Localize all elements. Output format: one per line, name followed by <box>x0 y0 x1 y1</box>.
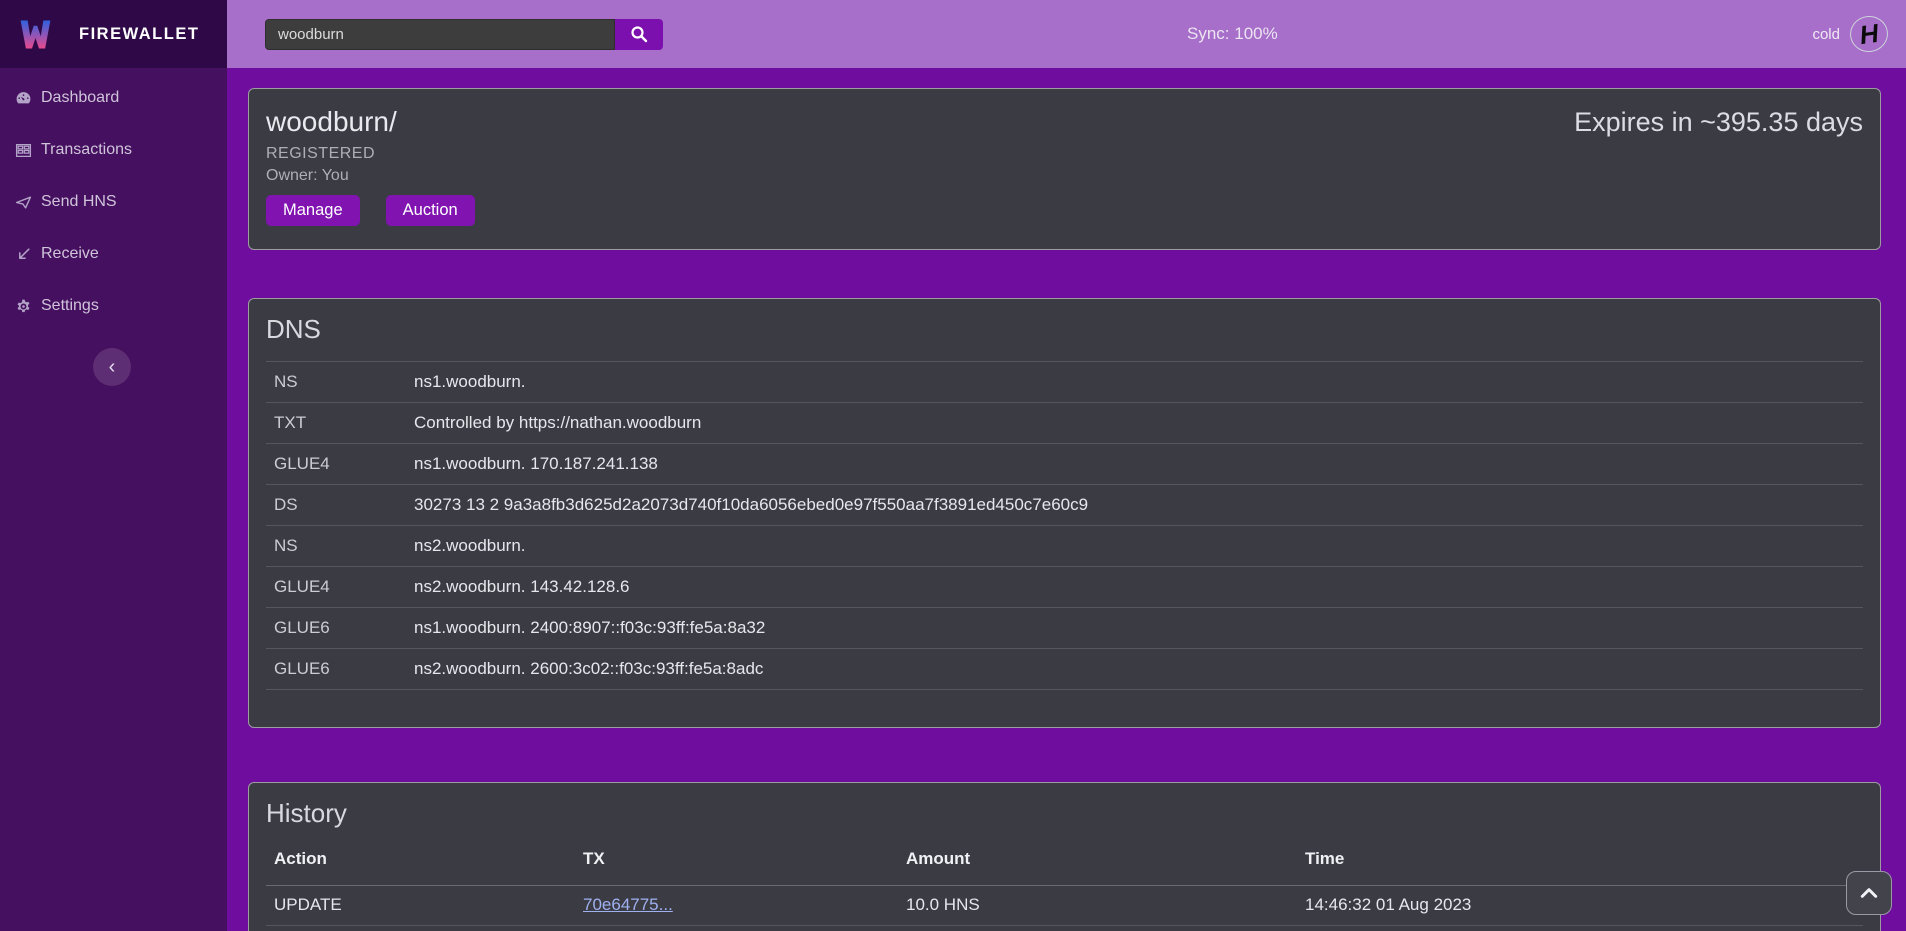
history-time: 15:47:06 07 Jul 2023 <box>1297 925 1863 931</box>
dns-record-type: NS <box>266 526 406 567</box>
history-col-time: Time <box>1297 834 1863 885</box>
dns-record-type: GLUE6 <box>266 608 406 649</box>
sidebar-item-label: Send HNS <box>41 193 117 211</box>
firewallet-logo-icon <box>18 17 53 52</box>
history-row: UPDATE 70e64775... 10.0 HNS 14:46:32 01 … <box>266 885 1863 925</box>
sidebar-item-receive[interactable]: Receive <box>0 240 227 268</box>
dns-record-value: ns2.woodburn. 2600:3c02::f03c:93ff:fe5a:… <box>406 649 1863 690</box>
dns-record-value: ns1.woodburn. <box>406 362 1863 403</box>
tx-hash-link[interactable]: 70e64775... <box>583 895 673 914</box>
wallet-name: cold <box>1812 26 1840 43</box>
history-row: RENEW d77b4c1... 10.0 HNS 15:47:06 07 Ju… <box>266 925 1863 931</box>
dns-record-value: 30273 13 2 9a3a8fb3d625d2a2073d740f10da6… <box>406 485 1863 526</box>
dns-record-type: NS <box>266 362 406 403</box>
sidebar-nav: Dashboard Transactions Send HNS Receive … <box>0 68 227 320</box>
dns-record-row: GLUE4 ns2.woodburn. 143.42.128.6 <box>266 567 1863 608</box>
dns-record-value: ns1.woodburn. 2400:8907::f03c:93ff:fe5a:… <box>406 608 1863 649</box>
gauge-icon <box>15 90 32 107</box>
dns-record-row: GLUE4 ns1.woodburn. 170.187.241.138 <box>266 444 1863 485</box>
history-card: History Action TX Amount Time UPDATE 70e… <box>248 782 1881 931</box>
dns-record-type: TXT <box>266 403 406 444</box>
dns-records-table: NS ns1.woodburn. TXT Controlled by https… <box>266 361 1863 690</box>
history-action: RENEW <box>266 925 575 931</box>
sidebar-collapse-button[interactable]: ‹ <box>93 348 131 386</box>
sidebar-item-label: Transactions <box>41 141 132 159</box>
dns-section-title: DNS <box>266 315 1863 343</box>
dns-card: DNS NS ns1.woodburn. TXT Controlled by h… <box>248 298 1881 728</box>
table-icon <box>15 142 32 159</box>
domain-name: woodburn/ <box>266 105 475 139</box>
scroll-to-top-button[interactable] <box>1846 871 1892 915</box>
sidebar-item-settings[interactable]: Settings <box>0 292 227 320</box>
arrow-down-left-icon <box>15 246 32 263</box>
domain-status: REGISTERED <box>266 145 475 163</box>
dns-record-row: NS ns2.woodburn. <box>266 526 1863 567</box>
search-button[interactable] <box>615 19 663 50</box>
search-icon <box>630 25 648 43</box>
sidebar-item-label: Dashboard <box>41 89 119 107</box>
manage-button[interactable]: Manage <box>266 195 360 226</box>
history-action: UPDATE <box>266 885 575 925</box>
history-amount: 10.0 HNS <box>898 885 1297 925</box>
search-input[interactable] <box>265 19 615 50</box>
top-bar: Sync: 100% cold H <box>227 0 1906 68</box>
domain-card: woodburn/ REGISTERED Owner: You Manage A… <box>248 88 1881 250</box>
history-section-title: History <box>266 799 1863 827</box>
handshake-logo-icon[interactable]: H <box>1848 14 1891 55</box>
dns-record-value: ns2.woodburn. <box>406 526 1863 567</box>
gear-icon <box>15 298 32 315</box>
dns-record-value: Controlled by https://nathan.woodburn <box>406 403 1863 444</box>
dns-record-row: TXT Controlled by https://nathan.woodbur… <box>266 403 1863 444</box>
history-header-row: Action TX Amount Time <box>266 834 1863 885</box>
dns-record-type: GLUE6 <box>266 649 406 690</box>
app-title: FIREWALLET <box>79 25 199 44</box>
history-amount: 10.0 HNS <box>898 925 1297 931</box>
dns-record-value: ns2.woodburn. 143.42.128.6 <box>406 567 1863 608</box>
send-icon <box>15 194 32 211</box>
sidebar-item-transactions[interactable]: Transactions <box>0 136 227 164</box>
domain-actions: Manage Auction <box>266 195 475 226</box>
dns-record-row: GLUE6 ns2.woodburn. 2600:3c02::f03c:93ff… <box>266 649 1863 690</box>
expiry-info: Expires in ~395.35 days <box>1574 105 1863 233</box>
history-table: Action TX Amount Time UPDATE 70e64775...… <box>266 834 1863 931</box>
chevron-up-icon <box>1860 887 1878 899</box>
dns-record-row: DS 30273 13 2 9a3a8fb3d625d2a2073d740f10… <box>266 485 1863 526</box>
app-logo[interactable]: FIREWALLET <box>0 0 227 68</box>
history-col-amount: Amount <box>898 834 1297 885</box>
dns-record-value: ns1.woodburn. 170.187.241.138 <box>406 444 1863 485</box>
sidebar-item-label: Receive <box>41 245 99 263</box>
dns-record-type: DS <box>266 485 406 526</box>
sync-status: Sync: 100% <box>1187 0 1278 68</box>
sidebar-item-dashboard[interactable]: Dashboard <box>0 84 227 112</box>
dns-record-type: GLUE4 <box>266 567 406 608</box>
sidebar-item-label: Settings <box>41 297 99 315</box>
dns-record-row: GLUE6 ns1.woodburn. 2400:8907::f03c:93ff… <box>266 608 1863 649</box>
domain-info: woodburn/ REGISTERED Owner: You Manage A… <box>266 105 475 233</box>
dns-record-type: GLUE4 <box>266 444 406 485</box>
search-bar <box>265 19 663 50</box>
sidebar: FIREWALLET Dashboard Transactions Send H… <box>0 0 227 931</box>
dns-record-row: NS ns1.woodburn. <box>266 362 1863 403</box>
main-content: woodburn/ REGISTERED Owner: You Manage A… <box>227 68 1906 931</box>
history-col-tx: TX <box>575 834 898 885</box>
history-col-action: Action <box>266 834 575 885</box>
wallet-indicator: cold H <box>1812 0 1888 68</box>
history-time: 14:46:32 01 Aug 2023 <box>1297 885 1863 925</box>
domain-owner: Owner: You <box>266 167 475 185</box>
auction-button[interactable]: Auction <box>386 195 475 226</box>
sidebar-item-send-hns[interactable]: Send HNS <box>0 188 227 216</box>
